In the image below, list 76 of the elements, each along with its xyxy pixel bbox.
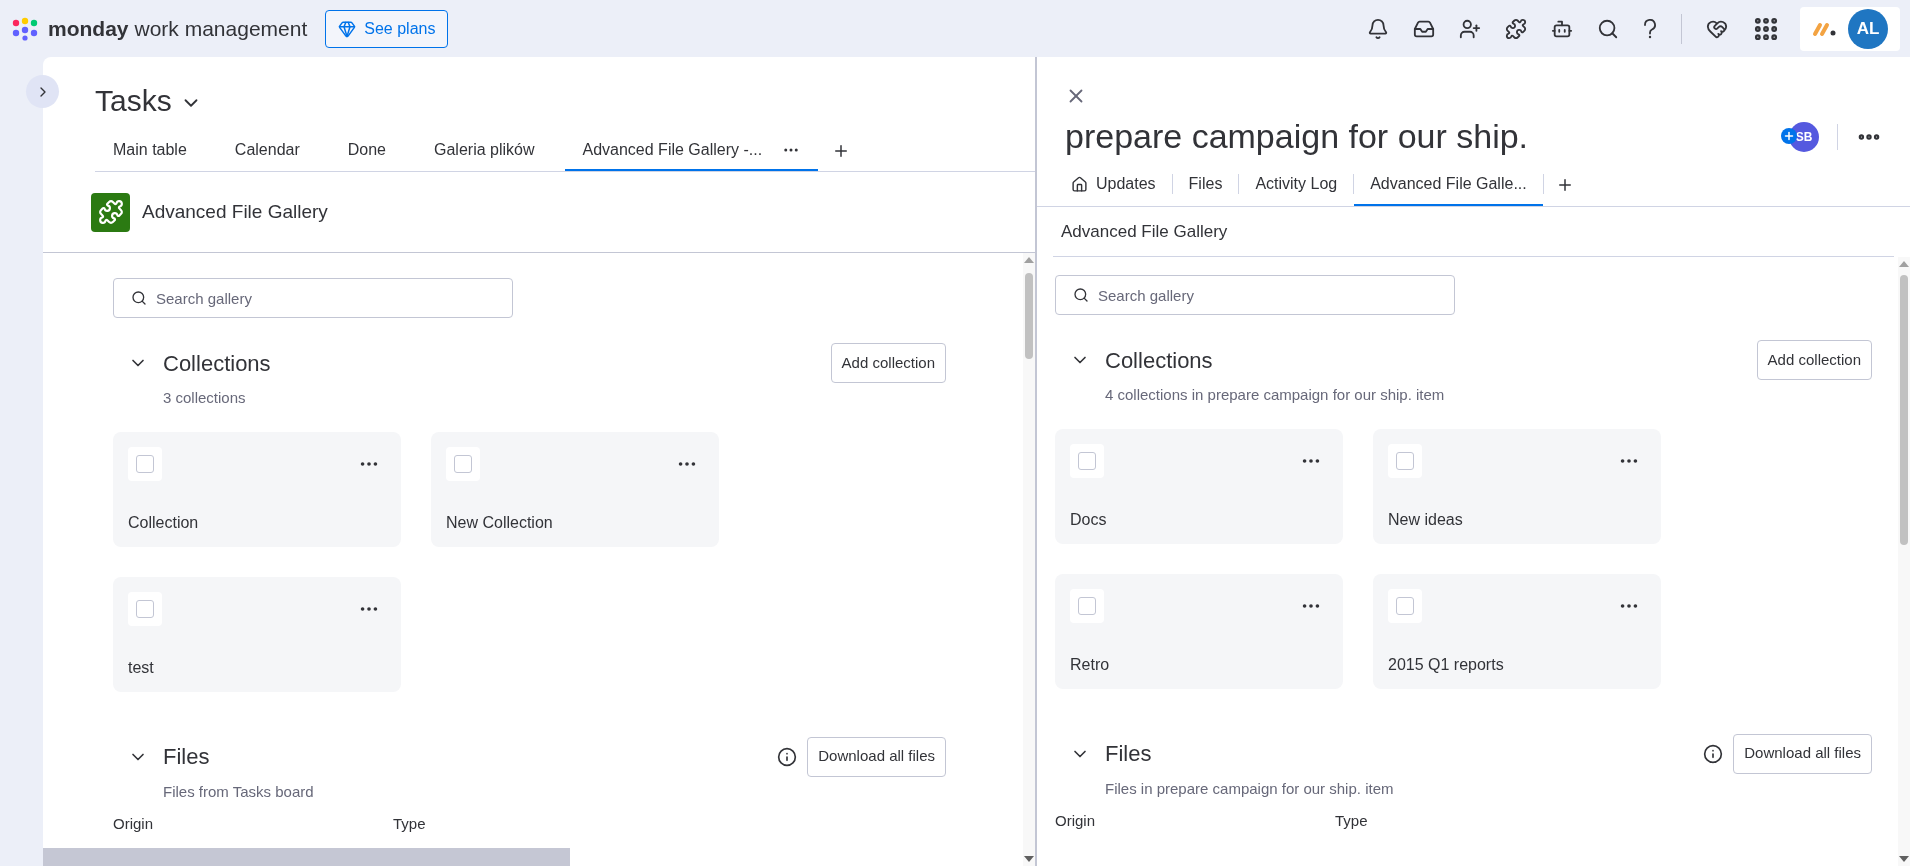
checkbox[interactable] [1396,596,1414,615]
section-title: Collections [163,349,271,378]
view-title: Advanced File Gallery [142,199,328,224]
collection-card[interactable]: Collection [113,431,401,547]
section-subtitle: 4 collections in prepare campaign for our ship. item [1105,385,1446,405]
invite-icon[interactable] [1459,17,1481,40]
collection-name: New ideas [1388,509,1464,530]
see-plans-button[interactable]: See plans [325,9,449,48]
app-icon [91,192,130,232]
download-all-button[interactable]: Download all files [1733,733,1872,774]
add-collection-button[interactable]: Add collection [830,343,946,383]
item-tab[interactable]: Advanced File Galle... [1354,164,1543,206]
collection-name: New Collection [446,512,554,533]
checkbox[interactable] [1078,451,1096,470]
scrollbar[interactable] [1023,253,1035,866]
checkbox[interactable] [136,454,154,473]
checkbox[interactable] [454,454,472,473]
section-subtitle: Files in prepare campaign for our ship. item [1105,778,1395,799]
view-tab[interactable]: Done [329,131,404,171]
add-person-icon[interactable] [1781,127,1797,144]
collection-card[interactable]: test [113,576,401,692]
collection-card[interactable]: 2015 Q1 reports [1373,573,1661,689]
collection-card[interactable]: Docs [1055,428,1343,544]
collection-card[interactable]: Retro [1055,573,1343,689]
user-avatar[interactable]: AL [1848,8,1888,49]
view-tab[interactable]: Main table [95,131,205,171]
brand-name: monday [48,15,129,42]
diamond-icon [338,19,357,38]
search-icon[interactable] [1597,17,1619,40]
puzzle-icon[interactable] [1505,17,1527,40]
collection-name: test [128,657,155,678]
column-header: Type [393,814,427,834]
workspace-logo-icon [1812,20,1838,37]
download-all-button[interactable]: Download all files [807,736,946,777]
search-icon [1073,287,1089,303]
collection-card[interactable]: New Collection [431,431,719,547]
add-collection-button[interactable]: Add collection [1756,340,1872,380]
view-title: Advanced File Gallery [1061,220,1228,243]
section-subtitle: Files from Tasks board [163,781,315,802]
product-name: work management [134,15,308,42]
section-subtitle: 3 collections [163,388,247,408]
item-tab[interactable]: Updates [1055,164,1172,206]
user-avatar[interactable]: SB [1789,121,1819,152]
collection-name: Docs [1070,509,1108,530]
search-field[interactable]: Search gallery [1055,275,1455,315]
view-tab[interactable]: Advanced File Gallery -... [564,131,819,171]
collection-name: 2015 Q1 reports [1388,654,1505,675]
view-tab[interactable]: Galeria plików [416,131,553,171]
account-button[interactable]: AL [1800,6,1900,51]
home-icon [1071,175,1088,193]
item-tab[interactable]: Activity Log [1239,164,1354,206]
scrollbar[interactable] [1898,257,1910,866]
item-tab[interactable]: Files [1172,164,1239,206]
logo-icon [10,16,40,41]
notifications-icon[interactable] [1367,17,1389,40]
checkbox[interactable] [136,599,154,618]
checkbox[interactable] [1078,596,1096,615]
column-header: Origin [1055,811,1096,831]
column-header: Type [1335,811,1369,831]
info-icon[interactable] [777,746,798,767]
info-icon[interactable] [1703,743,1724,764]
search-field[interactable]: Search gallery [113,278,513,318]
section-title: Collections [1105,346,1213,375]
section-title: Files [1105,740,1152,768]
section-title: Files [163,743,210,771]
collection-name: Retro [1070,654,1111,675]
checkbox[interactable] [1396,451,1414,470]
collection-card[interactable]: New ideas [1373,428,1661,544]
search-icon [131,290,147,306]
help-icon[interactable] [1643,18,1657,39]
item-title: prepare campaign for our ship. [1065,116,1529,157]
column-header: Origin [113,814,154,834]
collection-name: Collection [128,512,200,533]
horizontal-scrollbar[interactable] [43,848,570,866]
view-tab[interactable]: Calendar [216,131,318,171]
board-title: Tasks [95,83,172,119]
